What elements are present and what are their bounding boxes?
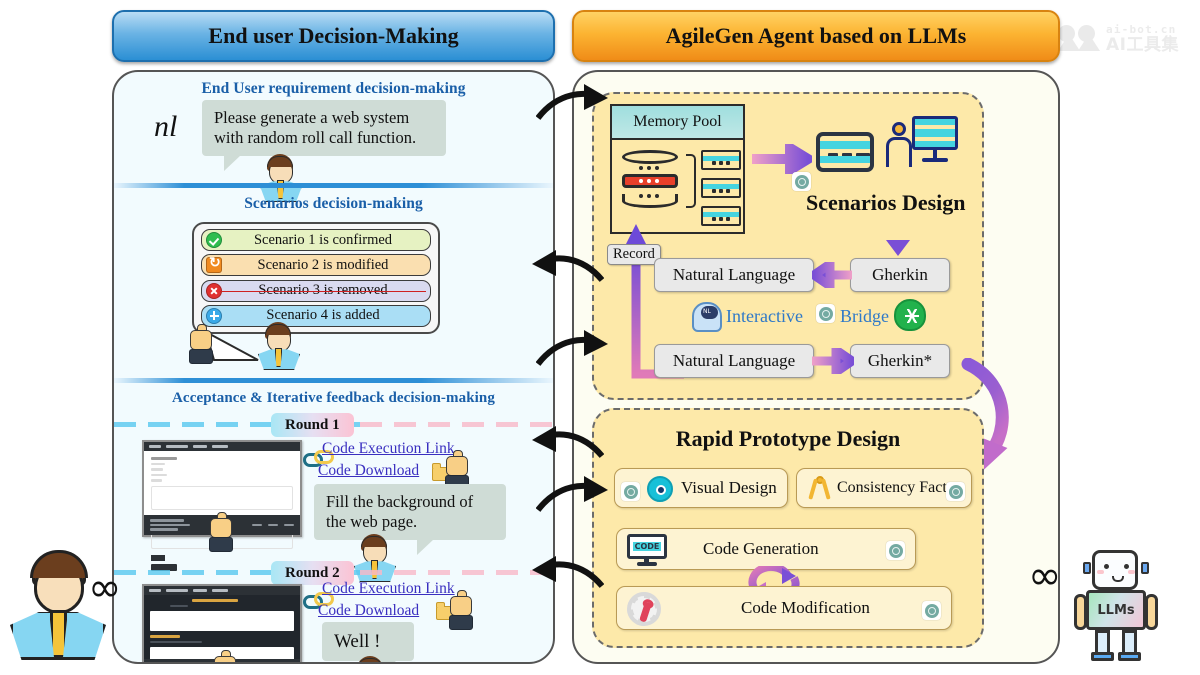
database-icon bbox=[622, 150, 678, 208]
arrow-memory-to-design bbox=[752, 144, 812, 174]
code-execution-link[interactable]: Code Execution Link bbox=[322, 580, 455, 598]
divider-2 bbox=[114, 378, 553, 383]
natural-language-box-top: Natural Language bbox=[654, 258, 814, 292]
scenario-row[interactable]: Scenario 3 is removed bbox=[201, 279, 431, 302]
diagram-canvas: ai-bot.cn AI工具集 End user Decision-Making… bbox=[0, 0, 1200, 675]
gear-wrench-icon bbox=[627, 592, 661, 626]
compass-icon bbox=[807, 476, 833, 502]
round-2-rule-right bbox=[359, 570, 553, 575]
cucumber-icon bbox=[894, 299, 926, 331]
consistency-factor-label: Consistency Factor bbox=[837, 479, 961, 496]
interactive-label: Interactive bbox=[726, 306, 803, 326]
robot-llms-label: LLMs bbox=[1086, 590, 1146, 630]
user-avatar-requirement bbox=[258, 154, 302, 202]
scenario-row[interactable]: Scenario 1 is confirmed bbox=[201, 229, 431, 251]
consistency-factor-box: Consistency Factor bbox=[796, 468, 972, 508]
cursor-hand-icon bbox=[209, 512, 236, 552]
visual-design-box: Visual Design bbox=[614, 468, 788, 508]
cursor-hand-icon bbox=[445, 450, 472, 490]
section-title-acceptance: Acceptance & Iterative feedback decision… bbox=[172, 390, 495, 406]
scenario-card-icon bbox=[816, 132, 874, 172]
scenario-label: Scenario 4 is added bbox=[266, 307, 380, 324]
check-circle-icon bbox=[206, 232, 222, 248]
right-panel-header: AgileGen Agent based on LLMs bbox=[572, 10, 1060, 62]
gherkin-box-top: Gherkin bbox=[850, 258, 950, 292]
arrow-left-to-right-1 bbox=[536, 84, 608, 120]
llm-badge-icon bbox=[886, 541, 905, 560]
arrow-nl-to-gherkin-star bbox=[812, 348, 854, 374]
scenario-row[interactable]: Scenario 4 is added bbox=[201, 304, 431, 327]
memory-node bbox=[701, 178, 741, 198]
watermark-domain: ai-bot.cn bbox=[1106, 23, 1177, 36]
scenario-row[interactable]: Scenario 2 is modified bbox=[201, 254, 431, 277]
refresh-icon bbox=[206, 255, 222, 274]
code-modification-box: Code Modification bbox=[616, 586, 952, 630]
scenarios-design-heading: Scenarios Design bbox=[806, 190, 966, 215]
llm-badge-icon bbox=[792, 172, 811, 191]
gherkin-star-box: Gherkin* bbox=[850, 344, 950, 378]
rapid-prototype-stage: Rapid Prototype Design Visual Design Con… bbox=[592, 408, 984, 648]
natural-language-box-bottom: Natural Language bbox=[654, 344, 814, 378]
strikethrough-line bbox=[220, 290, 426, 293]
section-title-requirement: End User requirement decision-making bbox=[201, 80, 466, 97]
llm-badge-icon bbox=[922, 601, 941, 620]
llm-robot-avatar: LLMs bbox=[1068, 548, 1164, 664]
code-execution-link[interactable]: Code Execution Link bbox=[322, 440, 455, 458]
arrow-gherkin-to-nl bbox=[812, 262, 852, 288]
end-user-decision-panel: End User requirement decision-making nl … bbox=[112, 70, 555, 664]
code-modification-label: Code Modification bbox=[741, 598, 870, 617]
visual-design-label: Visual Design bbox=[681, 478, 777, 497]
llm-badge-icon bbox=[621, 482, 640, 501]
watermark-logo-icon bbox=[1058, 24, 1100, 54]
divider-1 bbox=[114, 183, 553, 188]
memory-pool-box: Memory Pool bbox=[610, 104, 745, 234]
llm-badge-icon bbox=[816, 304, 835, 323]
left-panel-header: End user Decision-Making bbox=[112, 10, 555, 62]
scenario-label: Scenario 2 is modified bbox=[257, 256, 389, 273]
scenarios-stage: Memory Pool Scenarios Design Record Natu… bbox=[592, 92, 984, 400]
code-generation-box: CODE Code Generation bbox=[616, 528, 916, 570]
bridge-label: Bridge bbox=[840, 306, 889, 326]
scenarios-list: Scenario 1 is confirmed Scenario 2 is mo… bbox=[192, 222, 440, 334]
memory-node bbox=[701, 206, 741, 226]
memory-pool-title: Memory Pool bbox=[612, 106, 743, 140]
scenario-label: Scenario 1 is confirmed bbox=[253, 231, 393, 248]
nl-label: nl bbox=[154, 110, 178, 143]
prototype-heading: Rapid Prototype Design bbox=[675, 426, 901, 451]
arrow-design-to-gherkin bbox=[886, 222, 910, 256]
arrow-left-to-right-2 bbox=[536, 330, 608, 366]
cursor-hand-icon bbox=[449, 590, 476, 630]
brain-nl-icon: NL bbox=[690, 300, 724, 334]
round-badge: Round 1 bbox=[271, 413, 354, 437]
section-title-scenarios: Scenarios decision-making bbox=[244, 195, 423, 212]
watermark: ai-bot.cn AI工具集 bbox=[1058, 16, 1198, 62]
infinity-symbol-left: ∞ bbox=[88, 565, 122, 611]
user-avatar-round-2 bbox=[348, 656, 392, 662]
record-label: Record bbox=[607, 244, 661, 265]
infinity-symbol-right: ∞ bbox=[1028, 553, 1062, 599]
feedback-bubble-round-1: Fill the background of the web page. bbox=[314, 484, 506, 556]
plus-circle-icon bbox=[206, 307, 222, 324]
llm-badge-icon bbox=[946, 482, 965, 501]
arrow-right-to-left-3 bbox=[532, 556, 604, 589]
bracket-connector bbox=[686, 154, 696, 208]
arrow-right-to-left-2 bbox=[532, 426, 604, 459]
eye-icon bbox=[647, 476, 673, 502]
agilegen-agent-panel: Memory Pool Scenarios Design Record Natu… bbox=[572, 70, 1060, 664]
user-avatar-scenarios bbox=[256, 322, 300, 370]
memory-node bbox=[701, 150, 741, 170]
requirement-speech-bubble: Please generate a web system with random… bbox=[202, 100, 446, 172]
code-download-link[interactable]: Code Download bbox=[318, 602, 419, 620]
code-generation-label: Code Generation bbox=[703, 539, 819, 558]
arrow-right-to-left-1 bbox=[532, 250, 604, 283]
code-monitor-icon: CODE bbox=[627, 534, 667, 566]
arrow-left-to-right-3 bbox=[536, 476, 608, 512]
code-download-link[interactable]: Code Download bbox=[318, 462, 419, 480]
watermark-brand: AI工具集 bbox=[1106, 35, 1179, 55]
whiteboard-icon bbox=[906, 116, 958, 162]
cursor-hand-icon bbox=[214, 650, 240, 662]
round-1-rule-right bbox=[359, 422, 553, 427]
cursor-hand-icon bbox=[189, 324, 216, 364]
